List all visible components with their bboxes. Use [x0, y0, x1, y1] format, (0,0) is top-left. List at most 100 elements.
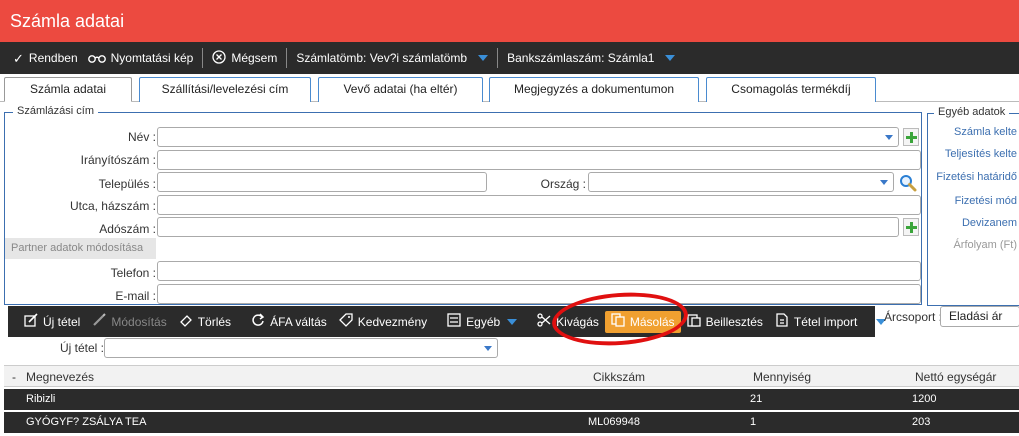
- chevron-down-icon: [507, 318, 518, 325]
- import-icon: [775, 313, 789, 330]
- col-price-header[interactable]: Nettó egységár: [915, 370, 996, 384]
- table-row[interactable]: Ribizli 21 1200: [4, 389, 1019, 410]
- tab-buyer-data[interactable]: Vevő adatai (ha eltér): [318, 77, 483, 102]
- phone-input[interactable]: [157, 261, 921, 281]
- col-sku-header[interactable]: Cikkszám: [593, 370, 645, 384]
- check-icon: ✓: [13, 50, 24, 66]
- row-price: 203: [912, 416, 931, 428]
- email-input[interactable]: [157, 284, 921, 304]
- city-label: Település :: [98, 177, 156, 191]
- chevron-down-icon: [880, 180, 888, 185]
- tax-number-label: Adószám :: [99, 222, 156, 236]
- tab-document-note[interactable]: Megjegyzés a dokumentumon: [489, 77, 699, 102]
- scissors-icon: [537, 313, 551, 330]
- delete-item-label: Törlés: [197, 314, 232, 329]
- invoice-date-label: Számla kelte: [954, 126, 1017, 138]
- print-preview-label: Nyomtatási kép: [110, 51, 194, 65]
- item-import-label: Tétel import: [793, 314, 858, 329]
- tag-icon: [338, 313, 353, 330]
- tab-shipping-address[interactable]: Szállítási/levelezési cím: [139, 77, 311, 102]
- price-group-select[interactable]: Eladási ár: [940, 306, 1019, 327]
- row-name: GYÓGYF? ZSÁLYA TEA: [26, 416, 147, 428]
- col-name-header[interactable]: Megnevezés: [26, 370, 94, 384]
- new-item-button[interactable]: Új tétel: [18, 306, 86, 338]
- other-menu-button[interactable]: Egyéb: [441, 306, 523, 338]
- toolbar-divider: [497, 48, 499, 68]
- country-select[interactable]: [588, 172, 894, 192]
- paste-icon: [686, 313, 701, 330]
- tab-bar: Számla adatai Szállítási/levelezési cím …: [0, 74, 1019, 102]
- new-item-field-label: Új tétel :: [60, 341, 105, 355]
- col-qty-header[interactable]: Mennyiség: [753, 370, 811, 384]
- new-item-icon: [24, 313, 38, 330]
- collapse-toggle[interactable]: -: [12, 370, 16, 384]
- street-label: Utca, házszám :: [69, 199, 156, 213]
- bank-account-dropdown[interactable]: Bankszámlaszám: Számla1: [502, 42, 680, 74]
- vat-switch-label: ÁFA váltás: [270, 314, 327, 329]
- close-circle-icon: [212, 50, 226, 66]
- price-group-label: Árcsoport :: [884, 310, 943, 324]
- invoice-block-dropdown[interactable]: Számlatömb: Vev?i számlatömb: [291, 42, 493, 74]
- exchange-rate-label: Árfolyam (Ft): [953, 239, 1017, 251]
- add-tax-number-icon[interactable]: [903, 218, 919, 236]
- phone-label: Telefon :: [110, 266, 156, 280]
- print-preview-button[interactable]: Nyomtatási kép: [83, 42, 199, 74]
- table-row[interactable]: GYÓGYF? ZSÁLYA TEA ML069948 1 203: [4, 412, 1019, 433]
- email-label: E-mail :: [115, 289, 156, 303]
- chevron-down-icon: [478, 55, 489, 61]
- row-sku: ML069948: [588, 416, 640, 428]
- currency-label: Devizanem: [961, 217, 1017, 229]
- country-label: Ország :: [540, 177, 586, 191]
- tab-invoice-data[interactable]: Számla adatai: [4, 77, 132, 102]
- bank-account-label: Bankszámlaszám: Számla1: [507, 51, 655, 65]
- row-name: Ribizli: [26, 393, 56, 405]
- paste-button[interactable]: Beillesztés: [681, 306, 769, 338]
- ok-button-label: Rendben: [28, 51, 78, 65]
- ok-button[interactable]: ✓ Rendben: [8, 42, 83, 74]
- paste-label: Beillesztés: [705, 314, 763, 329]
- new-item-label: Új tétel: [43, 314, 81, 329]
- search-icon[interactable]: [899, 174, 917, 192]
- edit-partner-button[interactable]: Partner adatok módosítása: [5, 238, 156, 259]
- chevron-down-icon: [885, 135, 893, 140]
- other-data-panel: [927, 113, 1019, 306]
- row-qty: 1: [750, 416, 757, 428]
- street-input[interactable]: [157, 195, 921, 215]
- name-label: Név :: [127, 130, 156, 144]
- add-partner-icon[interactable]: [903, 128, 919, 146]
- name-select[interactable]: [157, 127, 899, 147]
- zip-input[interactable]: [157, 150, 921, 170]
- cancel-button[interactable]: Mégsem: [207, 42, 282, 74]
- other-menu-label: Egyéb: [466, 314, 501, 329]
- tax-number-input[interactable]: [157, 217, 899, 237]
- vat-switch-button[interactable]: ÁFA váltás: [245, 306, 333, 338]
- refresh-icon: [251, 313, 265, 330]
- fulfillment-date-label: Teljesítés kelte: [944, 148, 1017, 160]
- chevron-down-icon: [665, 55, 676, 61]
- payment-due-label: Fizetési határidő: [936, 171, 1017, 183]
- zip-label: Irányítószám :: [80, 153, 156, 167]
- tab-packaging-fee[interactable]: Csomagolás termékdíj: [706, 77, 876, 102]
- toolbar-divider: [202, 48, 204, 68]
- billing-address-legend: Számlázási cím: [13, 105, 99, 117]
- payment-method-label: Fizetési mód: [954, 195, 1017, 207]
- toolbar-divider: [286, 48, 288, 68]
- delete-item-button[interactable]: Törlés: [173, 306, 237, 338]
- list-icon: [447, 313, 461, 330]
- discount-label: Kedvezmény: [357, 314, 428, 329]
- eraser-icon: [179, 313, 193, 330]
- other-data-legend: Egyéb adatok: [934, 106, 1010, 118]
- table-header: - Megnevezés Cikkszám Mennyiség Nettó eg…: [4, 365, 1019, 387]
- discount-button[interactable]: Kedvezmény: [333, 306, 433, 338]
- chevron-down-icon: [484, 346, 492, 351]
- city-input[interactable]: [157, 172, 487, 192]
- row-price: 1200: [912, 393, 937, 405]
- pencil-icon: [92, 313, 107, 330]
- new-item-select[interactable]: [104, 338, 498, 358]
- row-qty: 21: [750, 393, 763, 405]
- edit-item-button[interactable]: Módosítás: [86, 306, 172, 338]
- items-toolbar: Új tétel Módosítás Törlés ÁFA váltás Ked…: [8, 306, 887, 338]
- item-import-button[interactable]: Tétel import: [769, 306, 892, 338]
- glasses-icon: [87, 52, 106, 65]
- invoice-block-label: Számlatömb: Vev?i számlatömb: [296, 51, 468, 65]
